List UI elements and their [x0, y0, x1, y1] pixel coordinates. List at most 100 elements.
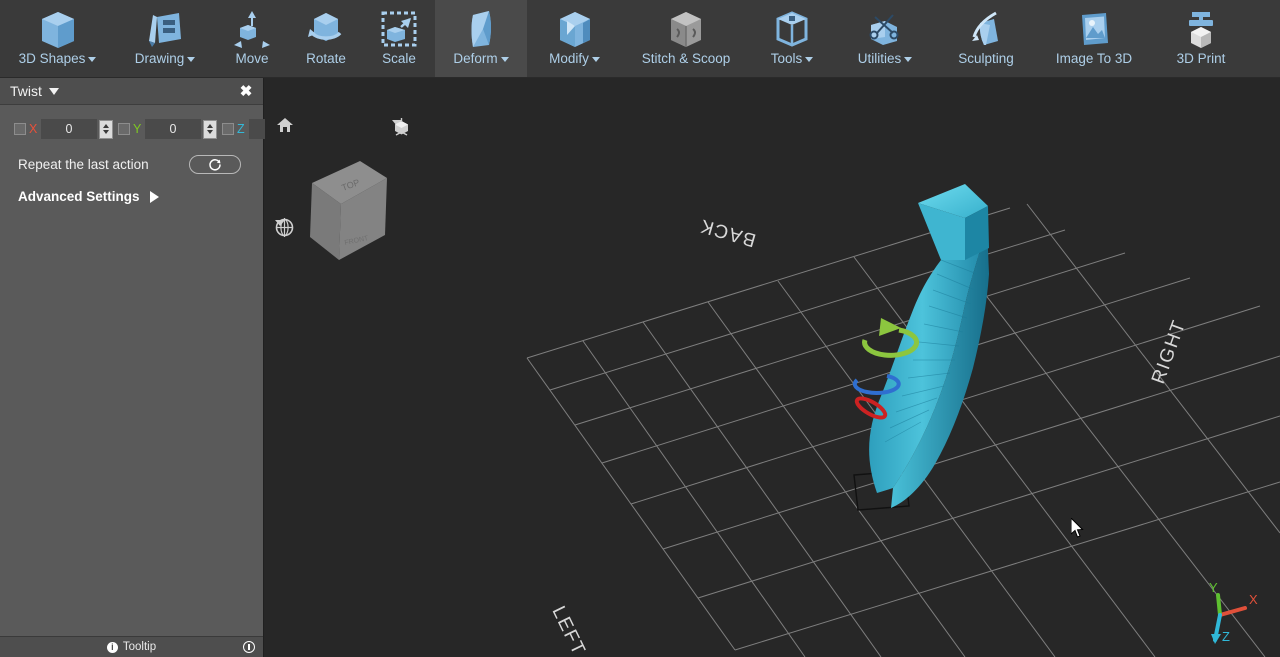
toolbar-item-sculpting[interactable]: Sculpting [936, 0, 1036, 77]
twisted-box-model[interactable] [869, 184, 989, 508]
toolbar-item-text: Sculpting [958, 51, 1014, 66]
toolbar-item-text: Stitch & Scoop [641, 51, 731, 66]
refresh-icon [209, 158, 221, 171]
toolbar-item-rotate[interactable]: Rotate [289, 0, 363, 77]
toolbar-label: Tools [771, 52, 814, 66]
orbit-globe-icon[interactable] [275, 218, 294, 237]
toolbar-item-drawing[interactable]: Drawing [115, 0, 215, 77]
toolbar-item-text: Rotate [306, 51, 346, 66]
repeat-action-button[interactable] [189, 155, 241, 174]
toolbar-item-image-to-3d[interactable]: Image To 3D [1036, 0, 1152, 77]
toolbar-label: Scale [382, 52, 416, 66]
toolbar-label: Deform [453, 51, 509, 66]
toolbar-item-text: Modify [549, 51, 589, 66]
axis-checkbox-y[interactable] [118, 123, 130, 135]
sculpt-chisel-icon [964, 6, 1008, 52]
toolbar-item-text: Tools [770, 51, 803, 66]
toolbar-item-move[interactable]: Move [215, 0, 289, 77]
pencil-sketch-icon [143, 6, 187, 52]
axis-group-y: Y 0 [118, 119, 222, 139]
printer-icon [1179, 6, 1223, 52]
advanced-settings-label: Advanced Settings [18, 189, 140, 204]
panel-status-bar: i Tooltip [0, 636, 263, 657]
ground-label-right: RIGHT [1148, 317, 1191, 387]
tooltip-label: Tooltip [122, 641, 157, 653]
toolbar-item-tools[interactable]: Tools [750, 0, 834, 77]
tooltip-indicator[interactable]: i Tooltip [106, 641, 157, 653]
toolbar-item-stitch-scoop[interactable]: Stitch & Scoop [622, 0, 750, 77]
chevron-right-icon [149, 190, 159, 203]
axis-checkbox-z[interactable] [222, 123, 234, 135]
chevron-down-icon[interactable] [48, 87, 59, 95]
ground-label-back: BACK [697, 214, 758, 250]
chevron-down-icon [591, 56, 600, 62]
info-icon: i [106, 641, 118, 653]
axis-label-x: X [1249, 592, 1258, 607]
axis-stepper-y[interactable] [203, 119, 217, 139]
axis-label-y: Y [133, 122, 142, 136]
toolbar-item-deform[interactable]: Deform [435, 0, 527, 77]
toolbar-item-3d-shapes[interactable]: 3D Shapes [0, 0, 115, 77]
close-icon[interactable]: ✖ [237, 82, 255, 100]
chevron-down-icon [904, 56, 913, 62]
toolbar-label: Modify [549, 52, 600, 66]
panel-body: X 0 Y 0 Z 0 Repeat the l [0, 105, 321, 636]
3d-viewport[interactable]: BACK RIGHT LEFT X Y Z TOP FRONT [265, 78, 1280, 657]
axis-value-y[interactable]: 0 [145, 119, 201, 139]
chevron-down-icon [500, 56, 509, 62]
toolbar-item-text: 3D Shapes [18, 51, 86, 66]
tools-cube-icon [770, 6, 814, 52]
cube-icon [36, 6, 80, 52]
panel-title: Twist [10, 83, 42, 99]
application-window: 3D Shapes Drawing Move Rotate Scale Defo… [0, 0, 1280, 657]
power-icon[interactable] [243, 641, 255, 653]
perspective-cube-icon[interactable] [392, 118, 408, 136]
repeat-action-label: Repeat the last action [18, 157, 149, 172]
axis-label-z: Z [1222, 629, 1230, 644]
axis-label-z: Z [237, 122, 245, 136]
chevron-down-icon [187, 56, 196, 62]
toolbar-item-text: Scale [382, 51, 416, 66]
toolbar-label: 3D Shapes [19, 52, 97, 66]
toolbar-item-text: Move [235, 51, 269, 66]
axis-value-x[interactable]: 0 [41, 119, 97, 139]
chevron-down-icon [805, 56, 814, 62]
toolbar-label: Sculpting [958, 52, 1014, 66]
deform-cube-icon [459, 6, 503, 52]
toolbar-label: Rotate [306, 52, 346, 66]
toolbar-label: Drawing [135, 52, 196, 66]
main-toolbar: 3D Shapes Drawing Move Rotate Scale Defo… [0, 0, 1280, 78]
toolbar-label: Move [235, 52, 268, 66]
axis-label-x: X [29, 122, 38, 136]
axis-y-line [1216, 593, 1222, 617]
view-cube[interactable]: TOP FRONT [310, 161, 387, 260]
stitch-scoop-icon [664, 6, 708, 52]
toolbar-label: 3D Print [1177, 52, 1226, 66]
axis-gizmo: X Y Z [1209, 580, 1258, 644]
chevron-down-icon [88, 56, 97, 62]
axis-stepper-x[interactable] [99, 119, 113, 139]
toolbar-item-text: Drawing [134, 51, 185, 66]
toolbar-item-text: Utilities [857, 51, 902, 66]
twist-tool-panel: Twist ✖ X 0 Y 0 Z Repeat the last action… [0, 78, 321, 657]
axis-input-row: X 0 Y 0 Z 0 [0, 115, 321, 139]
toolbar-item-3d-print[interactable]: 3D Print [1152, 0, 1250, 77]
toolbar-label: Utilities [858, 52, 913, 66]
axis-checkbox-x[interactable] [14, 123, 26, 135]
rotate-cube-icon [304, 6, 348, 52]
panel-header[interactable]: Twist ✖ [0, 78, 263, 105]
ground-label-left: LEFT [548, 603, 590, 657]
viewport-scene: BACK RIGHT LEFT X Y Z TOP FRONT [310, 161, 1280, 657]
advanced-settings-row[interactable]: Advanced Settings [0, 174, 263, 204]
toolbar-item-text: 3D Print [1176, 51, 1226, 66]
image-to-3d-icon [1072, 6, 1116, 52]
modify-cube-icon [553, 6, 597, 52]
scale-cube-icon [377, 6, 421, 52]
toolbar-item-modify[interactable]: Modify [527, 0, 622, 77]
toolbar-item-text: Deform [453, 51, 498, 66]
repeat-action-row: Repeat the last action [0, 139, 263, 174]
axis-x-line [1218, 606, 1247, 617]
toolbar-item-utilities[interactable]: Utilities [834, 0, 936, 77]
scissors-icon [863, 6, 907, 52]
toolbar-item-scale[interactable]: Scale [363, 0, 435, 77]
